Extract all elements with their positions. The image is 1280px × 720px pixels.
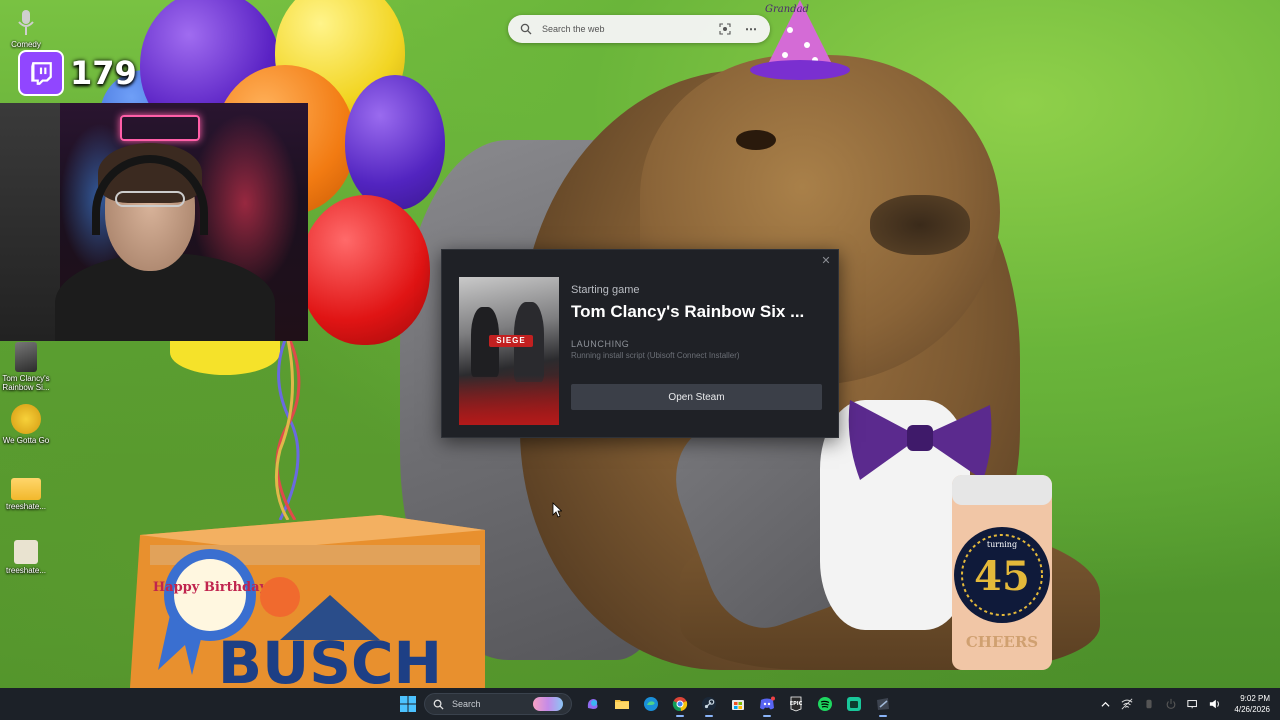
search-highlight-icon xyxy=(533,697,563,711)
hat-text: Grandad xyxy=(765,4,809,15)
bowtie-icon xyxy=(848,400,992,480)
copilot-icon xyxy=(587,699,597,709)
app-icon xyxy=(846,697,861,711)
svg-text:EPIC: EPIC xyxy=(789,701,802,707)
desktop-icon-label: treeshate... xyxy=(5,502,47,511)
game-cover-art: SIEGE xyxy=(459,277,559,425)
taskbar: Search EPIC 9:02 PM 4/26/2026 xyxy=(0,688,1280,720)
desktop-icon-folder[interactable]: treeshate... xyxy=(0,474,52,511)
twitch-icon xyxy=(18,50,64,96)
spotify-icon xyxy=(817,697,832,711)
chrome-icon xyxy=(672,697,687,711)
emoji-icon xyxy=(11,404,41,434)
ribbons-icon xyxy=(274,340,301,520)
capybara-nose xyxy=(870,195,970,255)
network-icon[interactable] xyxy=(1120,697,1134,711)
file-explorer-button[interactable] xyxy=(609,691,635,717)
desktop-icon-label: treeshate... xyxy=(5,566,47,575)
power-icon[interactable] xyxy=(1164,697,1178,711)
neon-sign xyxy=(120,115,200,141)
clock[interactable]: 9:02 PM 4/26/2026 xyxy=(1234,693,1270,715)
web-search-placeholder: Search the web xyxy=(542,24,605,34)
taskbar-search[interactable]: Search xyxy=(424,693,572,715)
store-button[interactable] xyxy=(725,691,751,717)
discord-icon xyxy=(759,696,775,710)
chevron-up-icon[interactable] xyxy=(1098,697,1112,711)
discord-button[interactable] xyxy=(754,691,780,717)
taskbar-search-placeholder: Search xyxy=(452,699,481,709)
display-icon[interactable] xyxy=(1186,697,1200,711)
cover-logo: SIEGE xyxy=(489,335,533,347)
box-brand-text: BUSCH xyxy=(218,629,442,688)
more-options-icon[interactable]: ⋯ xyxy=(745,22,758,36)
folder-icon xyxy=(11,478,41,500)
shelf xyxy=(0,103,60,341)
desktop-icon-we-gotta-go[interactable]: We Gotta Go xyxy=(0,404,52,445)
beer-can-icon: turning 45 CHEERS xyxy=(952,475,1052,670)
steam-running-button[interactable] xyxy=(870,691,896,717)
desktop-icon-file[interactable]: treeshate... xyxy=(0,540,52,575)
tray-app-icon[interactable] xyxy=(1142,697,1156,711)
active-indicator xyxy=(762,715,771,717)
balloon-red xyxy=(300,195,430,345)
cover-red-band xyxy=(459,375,559,425)
spotify-button[interactable] xyxy=(812,691,838,717)
start-button[interactable] xyxy=(395,691,421,717)
mouse-cursor-icon xyxy=(552,502,562,518)
edge-button[interactable] xyxy=(638,691,664,717)
launch-status: LAUNCHING xyxy=(571,339,630,349)
close-icon[interactable]: ✕ xyxy=(820,255,832,267)
ms-store-icon xyxy=(731,700,744,710)
epic-games-icon: EPIC xyxy=(789,696,802,712)
dialog-subtitle: Starting game xyxy=(571,284,640,296)
active-indicator xyxy=(675,715,684,717)
capybara-eye xyxy=(736,130,776,150)
chrome-button[interactable] xyxy=(667,691,693,717)
visual-search-icon[interactable] xyxy=(719,23,731,35)
game-title: Tom Clancy's Rainbow Six ... xyxy=(571,302,805,321)
search-icon xyxy=(520,23,532,35)
viewer-count: 179 xyxy=(70,54,137,92)
edge-icon xyxy=(643,697,658,711)
desktop-icon-label: Tom Clancy's Rainbow Si... xyxy=(2,374,50,392)
volume-icon[interactable] xyxy=(1208,697,1222,711)
open-steam-button[interactable]: Open Steam xyxy=(571,384,822,410)
box-badge-text: Happy Birthday xyxy=(153,580,268,595)
launch-detail: Running install script (Ubisoft Connect … xyxy=(571,351,740,360)
steam-button[interactable] xyxy=(696,691,722,717)
beer-box-icon: Happy Birthday BUSCH xyxy=(130,515,485,688)
search-icon xyxy=(433,699,444,710)
can-bottom-text: CHEERS xyxy=(966,633,1038,651)
windows-start-icon xyxy=(399,696,416,712)
clock-time: 9:02 PM xyxy=(1240,694,1270,703)
file-icon xyxy=(14,540,38,564)
active-indicator xyxy=(704,715,713,717)
file-explorer-icon xyxy=(614,700,629,709)
web-search-bar[interactable]: Search the web ⋯ xyxy=(508,15,770,43)
copilot-button[interactable] xyxy=(580,691,606,717)
can-number-text: 45 xyxy=(974,553,1030,600)
steam-launch-dialog: ✕ SIEGE Starting game Tom Clancy's Rainb… xyxy=(441,249,839,438)
taskbar-apps: Search EPIC xyxy=(393,688,897,720)
desktop-icon-label: Comedy xyxy=(11,40,41,49)
webcam-feed xyxy=(0,103,308,341)
system-tray: 9:02 PM 4/26/2026 xyxy=(1094,688,1280,720)
cover-logo-text: SIEGE xyxy=(496,336,526,345)
clock-date: 4/26/2026 xyxy=(1234,705,1270,714)
steam-icon xyxy=(701,697,716,711)
microphone-icon xyxy=(11,8,41,38)
game-shortcut-icon xyxy=(15,342,37,372)
steam-running-icon xyxy=(876,698,889,710)
epic-games-button[interactable]: EPIC xyxy=(783,691,809,717)
active-indicator xyxy=(878,715,887,717)
can-top-text: turning xyxy=(987,540,1017,549)
app-button[interactable] xyxy=(841,691,867,717)
desktop-icon-comedy[interactable]: Comedy xyxy=(0,8,52,49)
balloon-purple xyxy=(345,75,445,210)
desktop-icon-label: We Gotta Go xyxy=(2,436,50,445)
desktop-icon-rainbow-six[interactable]: Tom Clancy's Rainbow Si... xyxy=(0,342,52,392)
